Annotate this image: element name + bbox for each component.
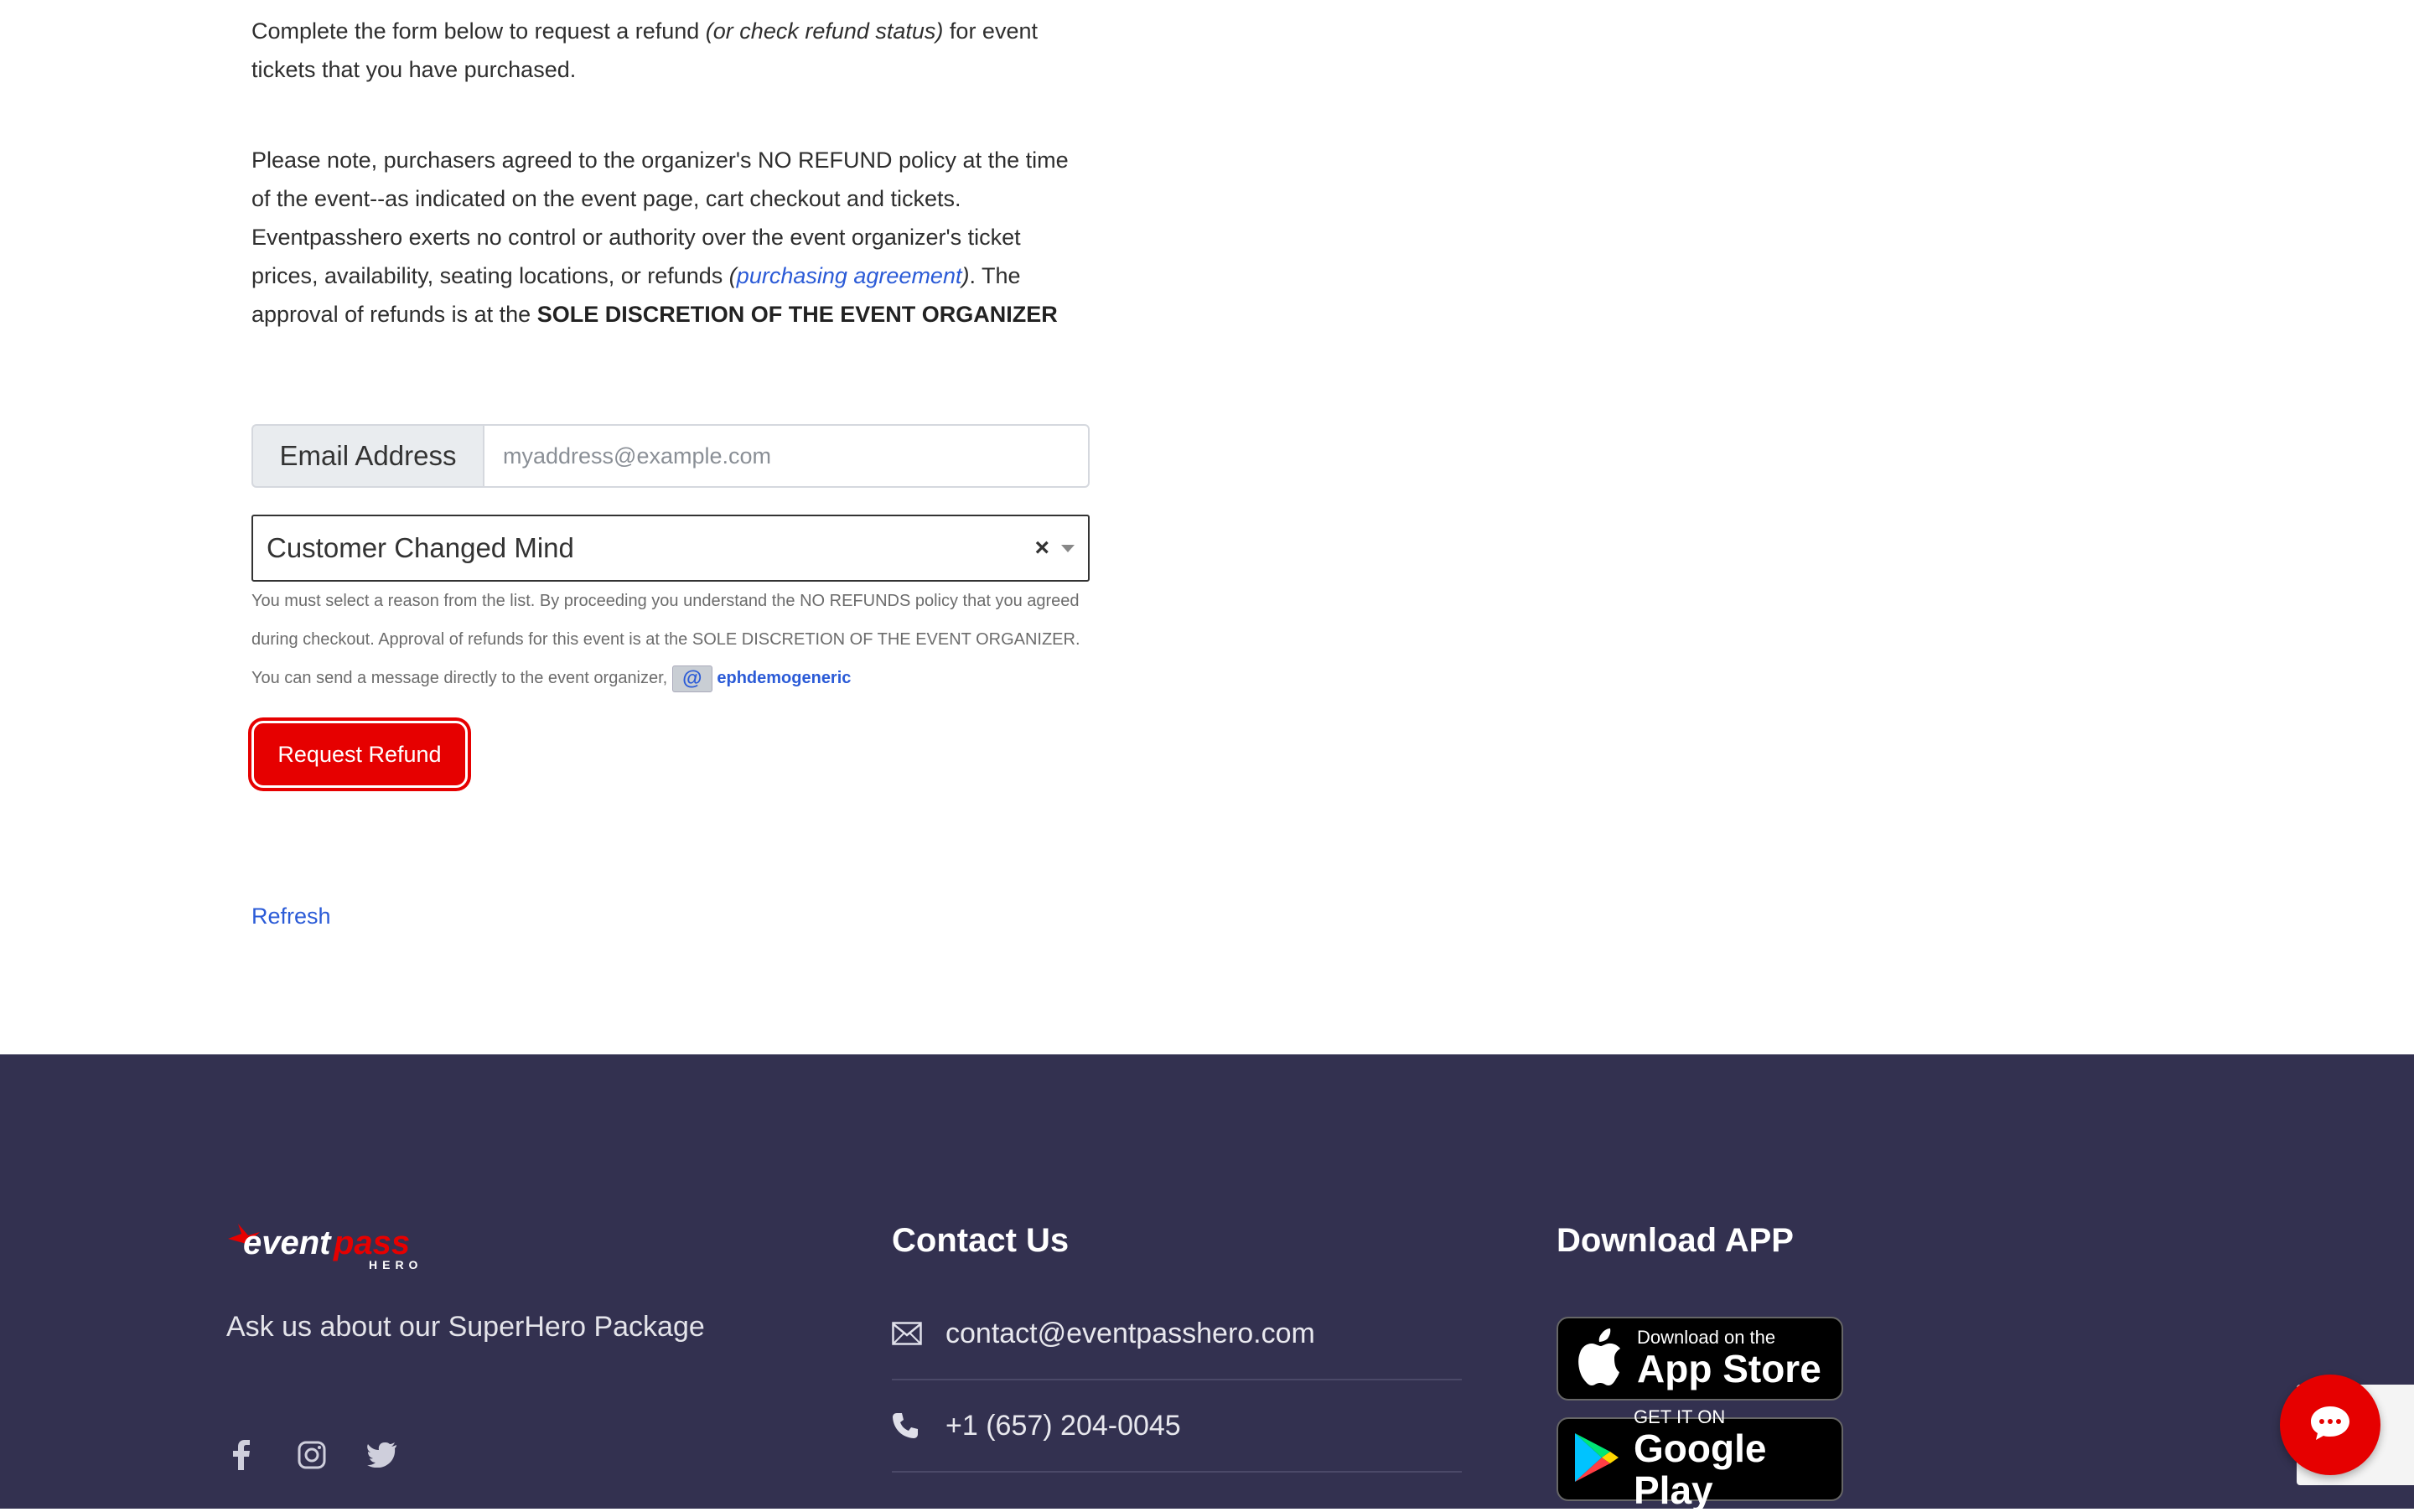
social-links bbox=[226, 1440, 397, 1470]
google-play-icon bbox=[1573, 1432, 1620, 1488]
site-footer: event pass HERO Ask us about our SuperHe… bbox=[0, 1054, 2414, 1511]
contact-title: Contact Us bbox=[892, 1222, 1070, 1259]
facebook-icon[interactable] bbox=[226, 1440, 256, 1470]
eventpasshero-logo[interactable]: event pass HERO bbox=[226, 1220, 444, 1271]
email-field-group: Email Address bbox=[251, 424, 1090, 488]
chevron-down-icon[interactable] bbox=[1061, 544, 1075, 552]
download-title: Download APP bbox=[1557, 1222, 1794, 1259]
svg-text:pass: pass bbox=[333, 1225, 410, 1261]
chat-bubble-icon bbox=[2309, 1405, 2351, 1446]
refund-reason-select[interactable]: Customer Changed Mind × bbox=[251, 515, 1090, 582]
email-field[interactable] bbox=[483, 424, 1090, 488]
reason-selected-value: Customer Changed Mind bbox=[267, 532, 574, 563]
contact-section: Contact Us contact@eventpasshero.com +1 … bbox=[892, 1222, 1462, 1473]
reason-help-text: You must select a reason from the list. … bbox=[251, 582, 1090, 697]
chat-button[interactable] bbox=[2280, 1375, 2380, 1475]
instagram-icon[interactable] bbox=[297, 1440, 327, 1470]
policy-text: Please note, purchasers agreed to the or… bbox=[251, 148, 1069, 327]
svg-text:HERO: HERO bbox=[369, 1258, 422, 1271]
contact-phone[interactable]: +1 (657) 204-0045 bbox=[945, 1410, 1181, 1442]
apple-icon bbox=[1573, 1328, 1624, 1390]
request-refund-button[interactable]: Request Refund bbox=[251, 721, 468, 788]
app-store-badge[interactable]: Download on the App Store bbox=[1557, 1317, 1843, 1401]
clear-selection-icon[interactable]: × bbox=[1034, 534, 1049, 562]
footer-tagline: Ask us about our SuperHero Package bbox=[226, 1311, 705, 1343]
email-label: Email Address bbox=[251, 424, 483, 488]
purchasing-agreement-link[interactable]: purchasing agreement bbox=[737, 263, 962, 288]
envelope-icon bbox=[892, 1322, 945, 1345]
refresh-link[interactable]: Refresh bbox=[251, 904, 331, 929]
download-app-section: Download APP Download on the App Store G… bbox=[1557, 1222, 1976, 1511]
contact-email[interactable]: contact@eventpasshero.com bbox=[945, 1318, 1315, 1350]
contact-email-row[interactable]: contact@eventpasshero.com bbox=[892, 1288, 1462, 1380]
google-play-badge[interactable]: GET IT ON Google Play bbox=[1557, 1407, 1843, 1511]
contact-phone-row[interactable]: +1 (657) 204-0045 bbox=[892, 1380, 1462, 1473]
sole-discretion-text: SOLE DISCRETION OF THE EVENT ORGANIZER bbox=[536, 302, 1058, 327]
twitter-icon[interactable] bbox=[367, 1440, 397, 1470]
svg-text:event: event bbox=[243, 1225, 332, 1261]
organizer-message-link[interactable]: ephdemogeneric bbox=[717, 669, 851, 687]
intro-italic: (or check refund status) bbox=[705, 18, 944, 44]
phone-icon bbox=[892, 1412, 945, 1439]
at-message-icon[interactable]: @ bbox=[671, 665, 712, 692]
intro-text: Complete the form below to request a ref… bbox=[251, 18, 1038, 82]
